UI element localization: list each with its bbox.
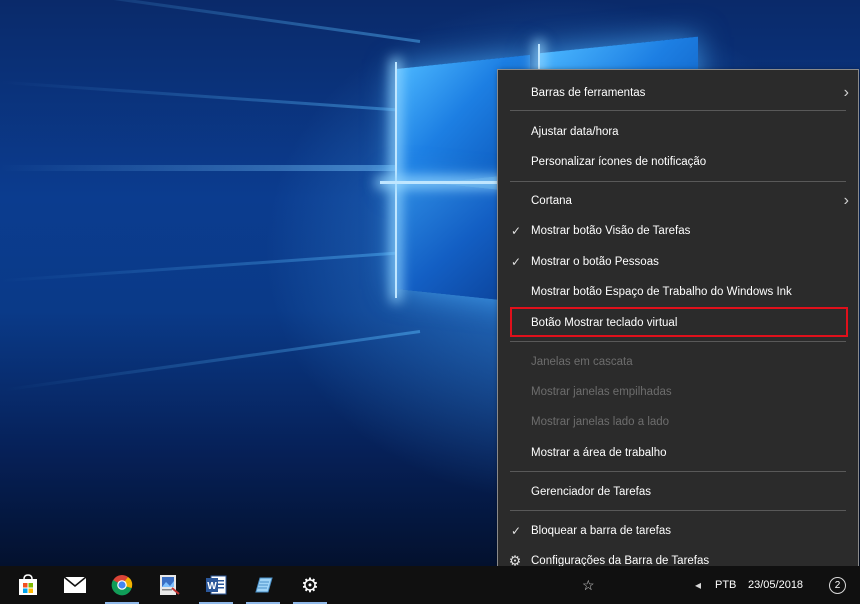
menu-item-lock-taskbar[interactable]: ✓ Bloquear a barra de tarefas — [498, 517, 858, 545]
microsoft-store-icon[interactable] — [5, 566, 51, 604]
menu-item-show-windows-ink-button[interactable]: Mostrar botão Espaço de Trabalho do Wind… — [498, 278, 858, 306]
action-center-badge[interactable]: 2 — [829, 577, 846, 594]
people-icon[interactable]: ☆ — [582, 566, 595, 604]
menu-item-adjust-date-time[interactable]: Ajustar data/hora — [498, 118, 858, 146]
menu-item-label: Gerenciador de Tarefas — [531, 486, 651, 498]
menu-separator — [510, 341, 846, 342]
mail-icon[interactable] — [52, 566, 98, 604]
menu-separator — [510, 110, 846, 111]
clock-date[interactable]: 23/05/2018 — [748, 566, 803, 604]
menu-item-label: Janelas em cascata — [531, 356, 633, 368]
menu-item-stacked-windows: Mostrar janelas empilhadas — [498, 378, 858, 406]
photo-editor-icon[interactable] — [146, 566, 192, 604]
checkmark-icon: ✓ — [510, 224, 522, 238]
chrome-icon[interactable] — [99, 566, 145, 604]
menu-item-label: Mostrar a área de trabalho — [531, 447, 667, 459]
menu-separator — [510, 510, 846, 511]
menu-item-label: Mostrar janelas lado a lado — [531, 416, 670, 428]
volume-icon[interactable]: ◂ — [695, 566, 701, 604]
menu-item-label: Barras de ferramentas — [531, 87, 646, 99]
chevron-right-icon: › — [843, 84, 849, 101]
chevron-right-icon: › — [843, 192, 849, 209]
settings-icon[interactable]: ⚙ — [287, 566, 333, 604]
menu-separator — [510, 471, 846, 472]
checkmark-icon: ✓ — [510, 255, 522, 269]
menu-item-side-by-side-windows: Mostrar janelas lado a lado — [498, 408, 858, 436]
checkmark-icon: ✓ — [510, 524, 522, 538]
svg-text:W: W — [207, 581, 217, 592]
menu-item-label: Mostrar o botão Pessoas — [531, 256, 659, 268]
menu-item-toolbars[interactable]: Barras de ferramentas › — [498, 79, 858, 107]
menu-item-label: Mostrar botão Visão de Tarefas — [531, 225, 691, 237]
menu-item-task-manager[interactable]: Gerenciador de Tarefas — [498, 478, 858, 506]
menu-item-label: Ajustar data/hora — [531, 126, 619, 138]
menu-item-show-people-button[interactable]: ✓ Mostrar o botão Pessoas — [498, 248, 858, 276]
menu-item-label: Mostrar botão Espaço de Trabalho do Wind… — [531, 286, 792, 298]
language-indicator[interactable]: PTB — [715, 566, 736, 604]
highlight-annotation-box — [510, 307, 848, 337]
menu-item-customize-notification-icons[interactable]: Personalizar ícones de notificação — [498, 148, 858, 176]
taskbar: W ⚙ ☆ ◂ PTB 23/05/2018 2 — [0, 566, 860, 604]
menu-item-label: Mostrar janelas empilhadas — [531, 386, 672, 398]
menu-item-label: Bloquear a barra de tarefas — [531, 525, 672, 537]
word-icon[interactable]: W — [193, 566, 239, 604]
menu-item-label: Cortana — [531, 195, 572, 207]
menu-item-show-desktop[interactable]: Mostrar a área de trabalho — [498, 439, 858, 467]
menu-item-label: Personalizar ícones de notificação — [531, 156, 707, 168]
menu-separator — [510, 181, 846, 182]
notepad-icon[interactable] — [240, 566, 286, 604]
menu-item-show-task-view-button[interactable]: ✓ Mostrar botão Visão de Tarefas — [498, 217, 858, 245]
menu-item-cascade-windows: Janelas em cascata — [498, 348, 858, 376]
menu-item-cortana[interactable]: Cortana › — [498, 187, 858, 215]
